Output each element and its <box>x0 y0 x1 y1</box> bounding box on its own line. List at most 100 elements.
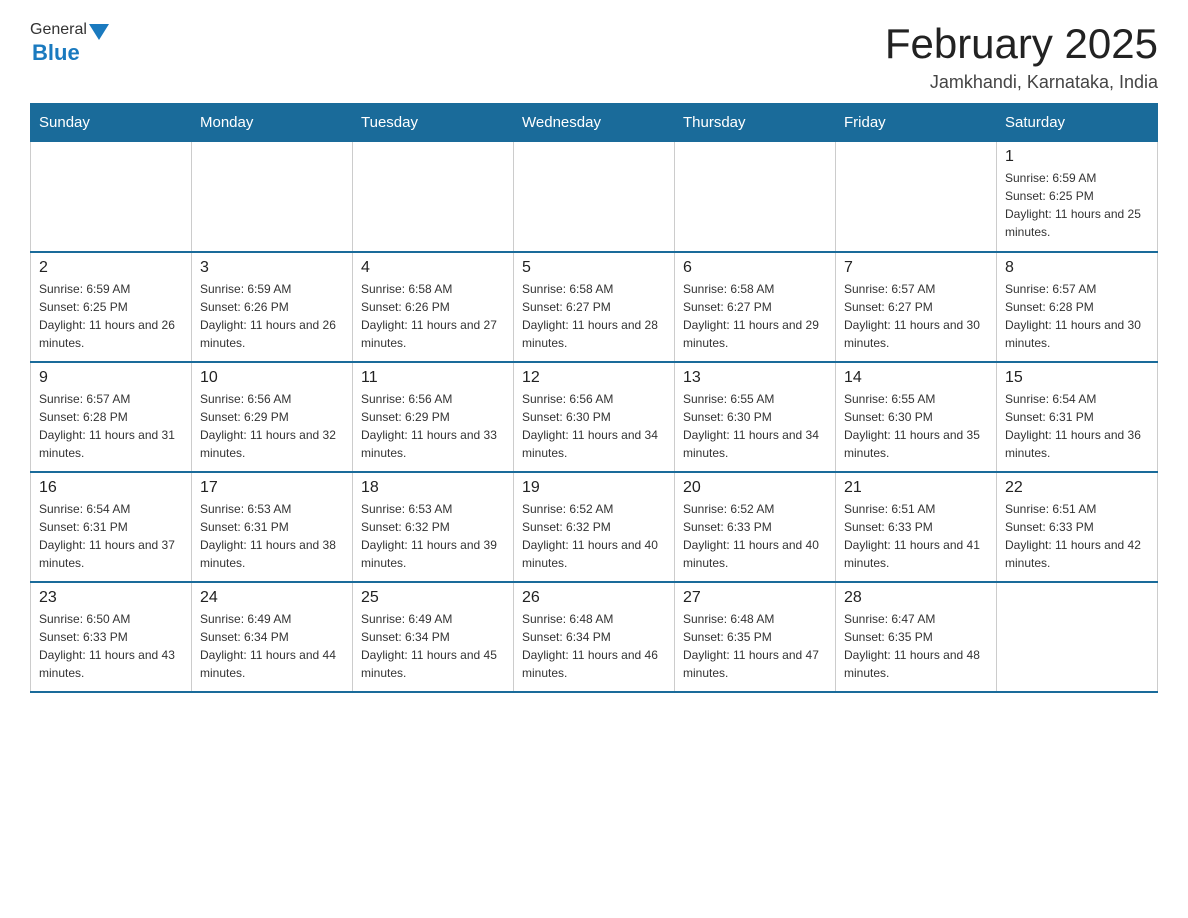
day-info: Sunrise: 6:58 AM Sunset: 6:27 PM Dayligh… <box>522 280 666 352</box>
day-number: 13 <box>683 369 827 387</box>
calendar-cell: 19 Sunrise: 6:52 AM Sunset: 6:32 PM Dayli… <box>514 472 675 582</box>
day-info: Sunrise: 6:56 AM Sunset: 6:29 PM Dayligh… <box>200 390 344 462</box>
logo: General Blue <box>30 20 111 66</box>
calendar-cell: 18Sunrise: 6:53 AM Sunset: 6:32 PM Dayli… <box>353 472 514 582</box>
day-header-friday: Friday <box>836 104 997 142</box>
day-number: 9 <box>39 369 183 387</box>
calendar-cell: 7 Sunrise: 6:57 AM Sunset: 6:27 PM Daylig… <box>836 252 997 362</box>
calendar-cell <box>514 142 675 252</box>
day-number: 27 <box>683 589 827 607</box>
calendar-cell: 26Sunrise: 6:48 AM Sunset: 6:34 PM Dayli… <box>514 582 675 692</box>
calendar-cell: 20 Sunrise: 6:52 AM Sunset: 6:33 PM Dayli… <box>675 472 836 582</box>
day-number: 12 <box>522 369 666 387</box>
calendar-cell <box>353 142 514 252</box>
calendar-cell: 8 Sunrise: 6:57 AM Sunset: 6:28 PM Daylig… <box>997 252 1158 362</box>
calendar-cell: 23 Sunrise: 6:50 AM Sunset: 6:33 PM Dayli… <box>31 582 192 692</box>
day-number: 19 <box>522 479 666 497</box>
day-header-saturday: Saturday <box>997 104 1158 142</box>
day-info: Sunrise: 6:58 AM Sunset: 6:26 PM Dayligh… <box>361 280 505 352</box>
day-number: 17 <box>200 479 344 497</box>
location-text: Jamkhandi, Karnataka, India <box>885 72 1158 93</box>
day-number: 15 <box>1005 369 1149 387</box>
month-title: February 2025 <box>885 20 1158 68</box>
calendar-cell <box>836 142 997 252</box>
day-header-thursday: Thursday <box>675 104 836 142</box>
calendar-header: SundayMondayTuesdayWednesdayThursdayFrid… <box>31 104 1158 142</box>
calendar-cell: 11 Sunrise: 6:56 AM Sunset: 6:29 PM Dayli… <box>353 362 514 472</box>
calendar-cell: 28Sunrise: 6:47 AM Sunset: 6:35 PM Dayli… <box>836 582 997 692</box>
title-section: February 2025 Jamkhandi, Karnataka, Indi… <box>885 20 1158 93</box>
day-number: 16 <box>39 479 183 497</box>
calendar-cell: 10 Sunrise: 6:56 AM Sunset: 6:29 PM Dayli… <box>192 362 353 472</box>
day-info: Sunrise: 6:55 AM Sunset: 6:30 PM Dayligh… <box>844 390 988 462</box>
calendar-cell: 2 Sunrise: 6:59 AM Sunset: 6:25 PM Daylig… <box>31 252 192 362</box>
day-info: Sunrise: 6:59 AM Sunset: 6:25 PM Dayligh… <box>39 280 183 352</box>
day-number: 7 <box>844 259 988 277</box>
calendar-cell: 21Sunrise: 6:51 AM Sunset: 6:33 PM Dayli… <box>836 472 997 582</box>
calendar-cell: 1 Sunrise: 6:59 AM Sunset: 6:25 PM Daylig… <box>997 142 1158 252</box>
day-info: Sunrise: 6:56 AM Sunset: 6:30 PM Dayligh… <box>522 390 666 462</box>
day-info: Sunrise: 6:51 AM Sunset: 6:33 PM Dayligh… <box>844 500 988 572</box>
logo-blue-text: Blue <box>32 40 80 66</box>
day-header-tuesday: Tuesday <box>353 104 514 142</box>
calendar-cell: 4 Sunrise: 6:58 AM Sunset: 6:26 PM Daylig… <box>353 252 514 362</box>
day-number: 2 <box>39 259 183 277</box>
day-number: 1 <box>1005 148 1149 166</box>
day-number: 14 <box>844 369 988 387</box>
calendar-cell: 5 Sunrise: 6:58 AM Sunset: 6:27 PM Daylig… <box>514 252 675 362</box>
logo-arrow-icon <box>89 24 109 40</box>
calendar-cell: 14 Sunrise: 6:55 AM Sunset: 6:30 PM Dayli… <box>836 362 997 472</box>
calendar-cell: 13Sunrise: 6:55 AM Sunset: 6:30 PM Dayli… <box>675 362 836 472</box>
day-info: Sunrise: 6:50 AM Sunset: 6:33 PM Dayligh… <box>39 610 183 682</box>
calendar-cell <box>31 142 192 252</box>
day-number: 6 <box>683 259 827 277</box>
day-number: 24 <box>200 589 344 607</box>
day-info: Sunrise: 6:49 AM Sunset: 6:34 PM Dayligh… <box>361 610 505 682</box>
calendar-body: 1 Sunrise: 6:59 AM Sunset: 6:25 PM Daylig… <box>31 142 1158 692</box>
day-info: Sunrise: 6:54 AM Sunset: 6:31 PM Dayligh… <box>1005 390 1149 462</box>
calendar-cell <box>675 142 836 252</box>
day-header-monday: Monday <box>192 104 353 142</box>
calendar-cell: 22Sunrise: 6:51 AM Sunset: 6:33 PM Dayli… <box>997 472 1158 582</box>
calendar-cell: 3 Sunrise: 6:59 AM Sunset: 6:26 PM Daylig… <box>192 252 353 362</box>
calendar-cell <box>192 142 353 252</box>
calendar-cell: 16 Sunrise: 6:54 AM Sunset: 6:31 PM Dayli… <box>31 472 192 582</box>
day-number: 4 <box>361 259 505 277</box>
calendar-week-1: 2 Sunrise: 6:59 AM Sunset: 6:25 PM Daylig… <box>31 252 1158 362</box>
calendar-week-2: 9Sunrise: 6:57 AM Sunset: 6:28 PM Daylig… <box>31 362 1158 472</box>
day-info: Sunrise: 6:48 AM Sunset: 6:35 PM Dayligh… <box>683 610 827 682</box>
day-header-wednesday: Wednesday <box>514 104 675 142</box>
calendar-cell: 6 Sunrise: 6:58 AM Sunset: 6:27 PM Daylig… <box>675 252 836 362</box>
day-header-sunday: Sunday <box>31 104 192 142</box>
day-info: Sunrise: 6:59 AM Sunset: 6:26 PM Dayligh… <box>200 280 344 352</box>
day-number: 3 <box>200 259 344 277</box>
day-number: 20 <box>683 479 827 497</box>
day-info: Sunrise: 6:53 AM Sunset: 6:31 PM Dayligh… <box>200 500 344 572</box>
day-number: 5 <box>522 259 666 277</box>
day-info: Sunrise: 6:52 AM Sunset: 6:33 PM Dayligh… <box>683 500 827 572</box>
day-info: Sunrise: 6:57 AM Sunset: 6:27 PM Dayligh… <box>844 280 988 352</box>
day-number: 25 <box>361 589 505 607</box>
calendar-cell: 15 Sunrise: 6:54 AM Sunset: 6:31 PM Dayli… <box>997 362 1158 472</box>
day-info: Sunrise: 6:59 AM Sunset: 6:25 PM Dayligh… <box>1005 169 1149 241</box>
calendar-week-0: 1 Sunrise: 6:59 AM Sunset: 6:25 PM Daylig… <box>31 142 1158 252</box>
logo-general-text: General <box>30 21 87 39</box>
day-number: 11 <box>361 369 505 387</box>
day-number: 8 <box>1005 259 1149 277</box>
calendar-cell: 25 Sunrise: 6:49 AM Sunset: 6:34 PM Dayli… <box>353 582 514 692</box>
logo-row1: General <box>30 20 111 40</box>
day-number: 10 <box>200 369 344 387</box>
day-info: Sunrise: 6:52 AM Sunset: 6:32 PM Dayligh… <box>522 500 666 572</box>
day-info: Sunrise: 6:58 AM Sunset: 6:27 PM Dayligh… <box>683 280 827 352</box>
day-info: Sunrise: 6:56 AM Sunset: 6:29 PM Dayligh… <box>361 390 505 462</box>
calendar-cell: 27 Sunrise: 6:48 AM Sunset: 6:35 PM Dayli… <box>675 582 836 692</box>
day-number: 28 <box>844 589 988 607</box>
day-number: 23 <box>39 589 183 607</box>
day-number: 22 <box>1005 479 1149 497</box>
day-info: Sunrise: 6:54 AM Sunset: 6:31 PM Dayligh… <box>39 500 183 572</box>
page-header: General Blue February 2025 Jamkhandi, Ka… <box>30 20 1158 93</box>
calendar-cell: 17 Sunrise: 6:53 AM Sunset: 6:31 PM Dayli… <box>192 472 353 582</box>
calendar-cell: 12 Sunrise: 6:56 AM Sunset: 6:30 PM Dayli… <box>514 362 675 472</box>
day-info: Sunrise: 6:57 AM Sunset: 6:28 PM Dayligh… <box>1005 280 1149 352</box>
calendar-header-row: SundayMondayTuesdayWednesdayThursdayFrid… <box>31 104 1158 142</box>
